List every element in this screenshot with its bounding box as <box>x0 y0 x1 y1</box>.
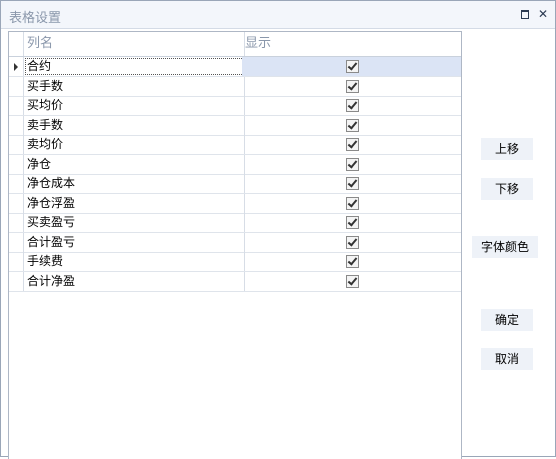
show-cell[interactable] <box>242 233 461 252</box>
show-checkbox[interactable] <box>346 60 359 73</box>
close-icon[interactable]: ✕ <box>537 8 549 20</box>
show-checkbox[interactable] <box>346 177 359 190</box>
row-indicator <box>9 213 24 232</box>
restore-icon[interactable] <box>519 8 531 20</box>
table-row[interactable]: 合计盈亏 <box>9 232 461 253</box>
row-indicator <box>9 271 24 291</box>
header-indicator-cell <box>9 32 24 56</box>
show-checkbox[interactable] <box>346 235 359 249</box>
show-cell[interactable] <box>242 272 461 291</box>
show-cell[interactable] <box>242 252 461 271</box>
row-indicator <box>9 252 24 271</box>
ok-button[interactable]: 确定 <box>481 309 533 331</box>
grid-header: 列名 显示 <box>9 32 461 57</box>
row-indicator <box>9 96 24 115</box>
cancel-button[interactable]: 取消 <box>481 348 533 370</box>
show-cell[interactable] <box>242 174 461 193</box>
font-color-button[interactable]: 字体颜色 <box>472 236 538 258</box>
table-row[interactable]: 买手数 <box>9 76 461 97</box>
column-name-cell[interactable]: 卖手数 <box>24 115 245 135</box>
column-name-cell[interactable]: 合约 <box>24 57 245 76</box>
column-name-cell[interactable]: 卖均价 <box>24 135 245 154</box>
show-cell[interactable] <box>242 57 461 76</box>
show-checkbox[interactable] <box>346 138 359 151</box>
table-row[interactable]: 净仓浮盈 <box>9 193 461 214</box>
table-row[interactable]: 合约 <box>9 57 461 77</box>
show-checkbox[interactable] <box>346 216 359 229</box>
row-indicator <box>9 232 24 252</box>
table-settings-window: 表格设置 ✕ 列名 显示 合约 买手数 买均价 卖手数 卖均价 净仓 净仓成本 净仓浮盈 买卖盈… <box>0 0 556 459</box>
table-row[interactable]: 买卖盈亏 <box>9 213 461 233</box>
column-name-cell[interactable]: 净仓浮盈 <box>24 193 245 213</box>
show-cell[interactable] <box>242 155 461 174</box>
table-row[interactable]: 净仓 <box>9 154 461 175</box>
show-cell[interactable] <box>242 213 461 232</box>
window-title: 表格设置 <box>9 11 62 26</box>
table-row[interactable]: 买均价 <box>9 96 461 116</box>
move-down-button[interactable]: 下移 <box>481 178 533 200</box>
show-checkbox[interactable] <box>346 274 359 288</box>
column-name-cell[interactable]: 买手数 <box>24 76 245 96</box>
column-name-cell[interactable]: 手续费 <box>24 252 245 271</box>
show-cell[interactable] <box>242 77 461 96</box>
table-row[interactable]: 合计净盈 <box>9 271 461 292</box>
table-row[interactable]: 卖均价 <box>9 135 461 155</box>
row-indicator <box>9 115 24 135</box>
current-row-arrow-icon <box>14 63 18 71</box>
show-checkbox[interactable] <box>346 118 359 132</box>
row-indicator <box>9 57 24 76</box>
show-checkbox[interactable] <box>346 99 359 112</box>
row-indicator <box>9 193 24 213</box>
show-cell[interactable] <box>242 96 461 115</box>
move-up-button[interactable]: 上移 <box>481 138 533 160</box>
column-name-cell[interactable]: 买均价 <box>24 96 245 115</box>
show-cell[interactable] <box>242 194 461 213</box>
column-header-show[interactable]: 显示 <box>242 32 461 56</box>
column-name-cell[interactable]: 净仓成本 <box>24 174 245 193</box>
show-cell[interactable] <box>242 135 461 154</box>
show-cell[interactable] <box>242 116 461 135</box>
column-name-cell[interactable]: 合计净盈 <box>24 271 245 291</box>
row-indicator <box>9 76 24 96</box>
show-checkbox[interactable] <box>346 157 359 171</box>
row-indicator <box>9 154 24 174</box>
table-row[interactable]: 净仓成本 <box>9 174 461 194</box>
columns-grid[interactable]: 列名 显示 合约 买手数 买均价 卖手数 卖均价 净仓 净仓成本 净仓浮盈 买卖盈亏 合计盈亏 手续… <box>8 31 462 459</box>
column-header-name[interactable]: 列名 <box>24 32 245 56</box>
title-bar: 表格设置 ✕ <box>1 1 555 29</box>
column-name-cell[interactable]: 合计盈亏 <box>24 232 245 252</box>
row-indicator <box>9 174 24 193</box>
table-row[interactable]: 卖手数 <box>9 115 461 136</box>
table-row[interactable]: 手续费 <box>9 252 461 272</box>
show-checkbox[interactable] <box>346 196 359 210</box>
column-name-cell[interactable]: 净仓 <box>24 154 245 174</box>
column-name-cell[interactable]: 买卖盈亏 <box>24 213 245 232</box>
row-indicator <box>9 135 24 154</box>
show-checkbox[interactable] <box>346 255 359 268</box>
show-checkbox[interactable] <box>346 79 359 93</box>
